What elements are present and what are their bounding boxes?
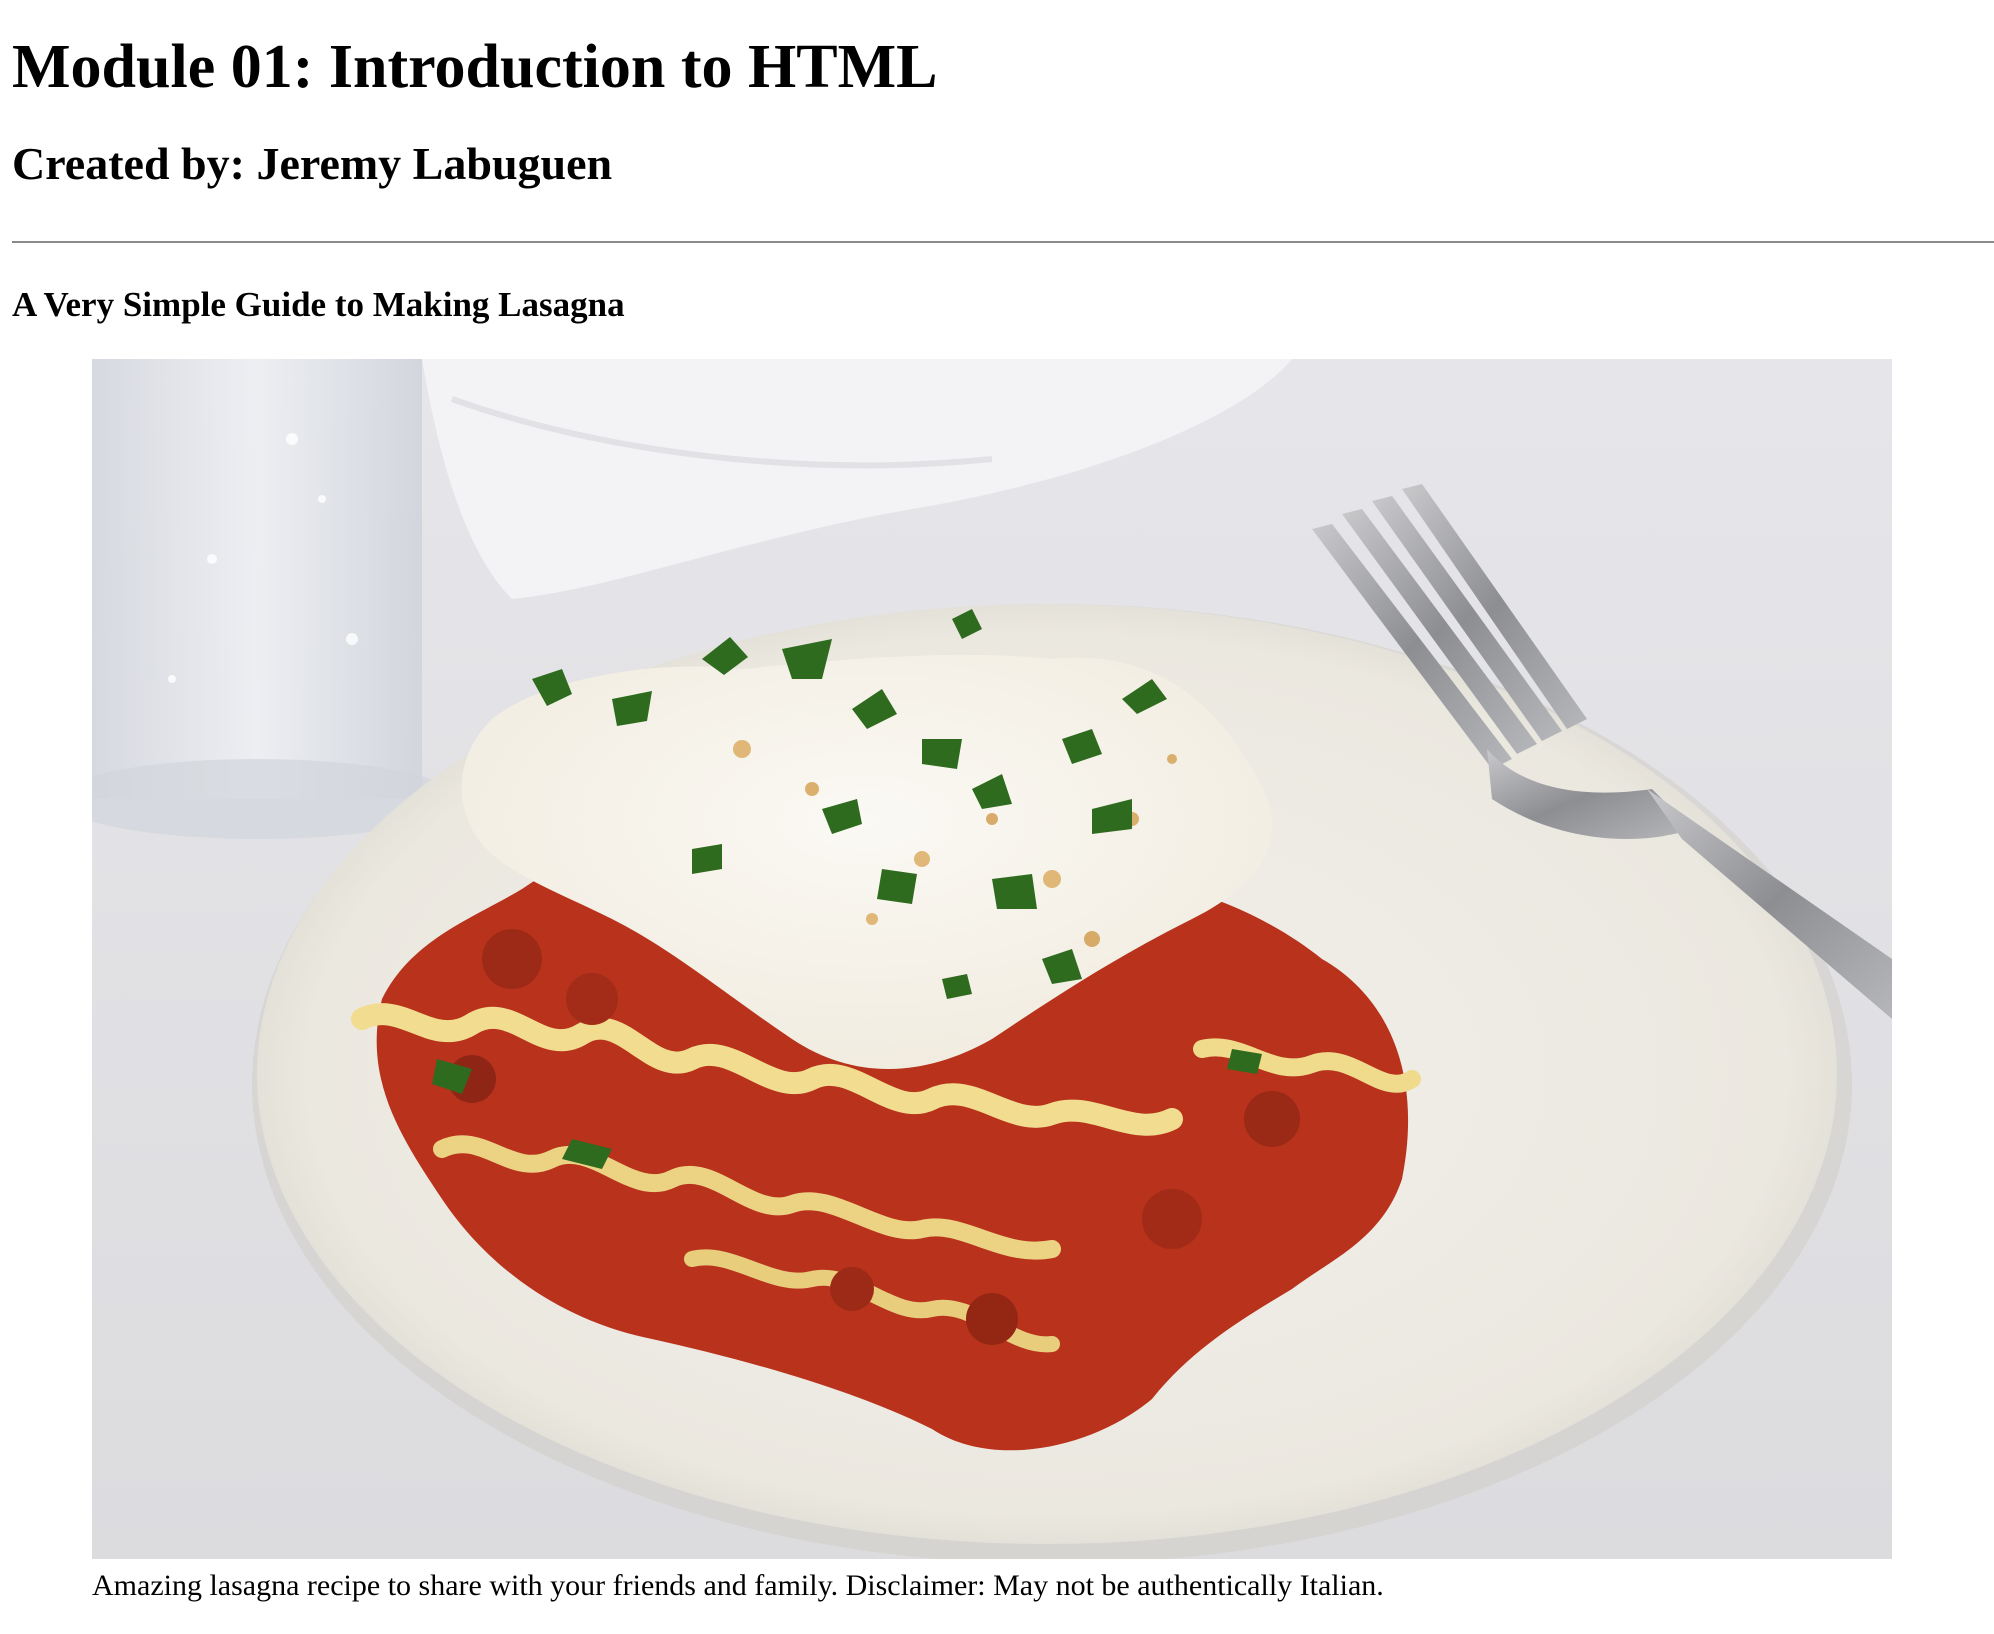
- section-heading: A Very Simple Guide to Making Lasagna: [12, 285, 625, 324]
- page-title: Module 01: Introduction to HTML: [12, 33, 938, 101]
- horizontal-divider: [12, 241, 1994, 243]
- page-content: Module 01: Introduction to HTML Created …: [0, 0, 1994, 1605]
- lasagna-photo: [92, 359, 1892, 1559]
- lasagna-figure: Amazing lasagna recipe to share with you…: [92, 359, 1892, 1605]
- figure-caption: Amazing lasagna recipe to share with you…: [92, 1569, 1384, 1602]
- author-line: Created by: Jeremy Labuguen: [12, 138, 613, 189]
